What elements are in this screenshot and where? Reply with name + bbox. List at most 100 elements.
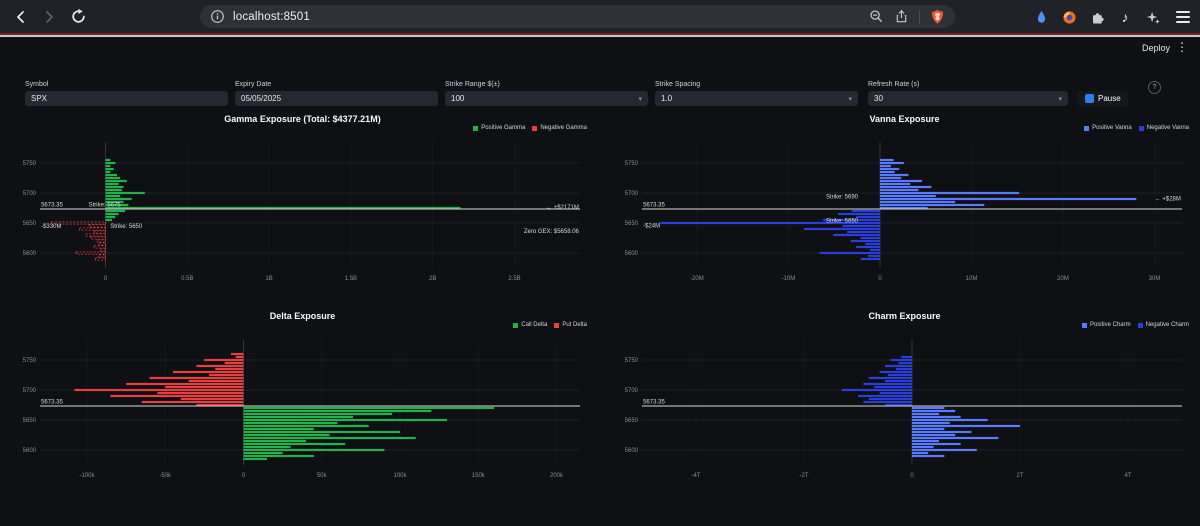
svg-text:100k: 100k <box>393 473 407 479</box>
field-label: Refresh Rate (s) <box>868 81 920 88</box>
chart-plot[interactable]: 5750 5700 5650 5600 -20M -10M 0 10M 20M 30M Strike… <box>612 134 1192 299</box>
app-menu-icon[interactable]: ⋮ <box>1176 40 1188 54</box>
field-label: Expiry Date <box>235 81 272 88</box>
brave-shield-icon[interactable] <box>930 9 945 25</box>
svg-text:5650: 5650 <box>23 221 37 227</box>
svg-text:Strike: 5650: Strike: 5650 <box>826 219 859 225</box>
legend-item[interactable]: Positive Vanna <box>1084 125 1132 131</box>
pause-label: Pause <box>1098 94 1121 103</box>
legend-swatch <box>554 322 560 328</box>
legend-swatch <box>1137 322 1143 328</box>
reload-button[interactable] <box>66 4 91 29</box>
svg-text:5650: 5650 <box>625 418 639 424</box>
chart-plot[interactable]: 5750 5700 5650 5600 -100k -50k 0 50k 100k 150k 200… <box>10 331 590 496</box>
browser-toolbar: localhost:8501 ♪ <box>0 0 1200 33</box>
chart-legend: Positive Vanna Negative Vanna <box>1084 125 1189 131</box>
svg-text:5600: 5600 <box>625 251 639 257</box>
share-icon[interactable] <box>894 9 909 24</box>
zoom-out-icon[interactable] <box>869 9 884 24</box>
strike-range-select[interactable]: 100 ▾ <box>445 91 648 106</box>
svg-text:5650: 5650 <box>625 221 639 227</box>
svg-text:-$330M: -$330M <box>41 224 61 230</box>
svg-text:5600: 5600 <box>23 251 37 257</box>
chart-legend: Positive Gamma Negative Gamma <box>473 125 587 131</box>
svg-text:← +$28M: ← +$28M <box>1155 196 1181 202</box>
chevron-down-icon: ▾ <box>638 95 642 103</box>
svg-text:1.5B: 1.5B <box>345 276 357 282</box>
forward-button[interactable] <box>36 4 61 29</box>
site-info-icon[interactable] <box>210 9 225 24</box>
svg-text:-$24M: -$24M <box>643 223 660 229</box>
field-label: Strike Range $(±) <box>445 81 500 88</box>
chart-legend: Call Delta Put Delta <box>513 322 587 328</box>
gamma-exposure-chart: Gamma Exposure (Total: $4377.21M) Positi… <box>10 112 595 307</box>
legend-swatch <box>1084 125 1090 131</box>
chevron-down-icon: ▾ <box>1058 95 1062 103</box>
extension-icon-orange[interactable] <box>1058 6 1080 28</box>
chart-title: Vanna Exposure <box>869 114 940 124</box>
svg-text:1B: 1B <box>265 276 272 282</box>
svg-text:2.5B: 2.5B <box>508 276 520 282</box>
expiry-date-input[interactable]: 05/05/2025 <box>235 91 438 106</box>
svg-text:-20M: -20M <box>690 276 704 282</box>
extension-icon-blue[interactable] <box>1030 6 1052 28</box>
streamlit-app: Deploy ⋮ Symbol SPX Expiry Date 05/05/20… <box>0 37 1200 526</box>
help-icon[interactable]: ? <box>1148 81 1161 94</box>
legend-item[interactable]: Positive Gamma <box>473 125 525 131</box>
svg-text:-50k: -50k <box>159 473 172 479</box>
chevron-down-icon: ▾ <box>848 95 852 103</box>
svg-text:0: 0 <box>910 473 914 479</box>
legend-item[interactable]: Positive Charm <box>1081 322 1131 328</box>
address-bar[interactable]: localhost:8501 <box>200 5 955 28</box>
charm-exposure-chart: Charm Exposure Positive Charm Negative Ch… <box>612 309 1197 504</box>
svg-text:10M: 10M <box>966 276 978 282</box>
chart-plot[interactable]: 5750 5700 5650 5600 -4T -2T 0 2T 4T 5673.35 <box>612 331 1192 496</box>
legend-item[interactable]: Negative Charm <box>1137 322 1189 328</box>
svg-text:5700: 5700 <box>23 388 37 394</box>
back-button[interactable] <box>8 4 33 29</box>
legend-swatch <box>532 125 538 131</box>
svg-text:5673.35: 5673.35 <box>643 399 665 405</box>
svg-text:5600: 5600 <box>625 448 639 454</box>
svg-text:5600: 5600 <box>23 448 37 454</box>
refresh-rate-select[interactable]: 30 ▾ <box>868 91 1068 106</box>
extensions-puzzle-icon[interactable] <box>1086 6 1108 28</box>
chart-title: Delta Exposure <box>269 311 336 321</box>
url-text[interactable]: localhost:8501 <box>233 11 310 23</box>
svg-text:5673.35: 5673.35 <box>643 202 665 208</box>
svg-text:5700: 5700 <box>625 191 639 197</box>
field-label: Symbol <box>25 81 49 88</box>
symbol-input[interactable]: SPX <box>25 91 228 106</box>
svg-text:-100k: -100k <box>79 473 95 479</box>
svg-text:5650: 5650 <box>23 418 37 424</box>
svg-text:4T: 4T <box>1124 473 1131 479</box>
svg-text:5750: 5750 <box>625 358 639 364</box>
legend-item[interactable]: Negative Gamma <box>532 125 587 131</box>
svg-text:Zero GEX: $5658.06: Zero GEX: $5658.06 <box>524 229 580 235</box>
chart-plot[interactable]: 5750 5700 5650 5600 0 0.5B 1B 1.5B 2B 2.5B 5673.35… <box>10 134 590 299</box>
chart-legend: Positive Charm Negative Charm <box>1081 322 1189 328</box>
svg-text:30M: 30M <box>1149 276 1161 282</box>
music-note-icon[interactable]: ♪ <box>1114 6 1136 28</box>
legend-item[interactable]: Call Delta <box>513 322 547 328</box>
svg-text:2B: 2B <box>429 276 436 282</box>
delta-exposure-chart: Delta Exposure Call Delta Put Delta 5750 5… <box>10 309 595 504</box>
legend-item[interactable]: Negative Vanna <box>1138 125 1189 131</box>
legend-item[interactable]: Put Delta <box>554 322 587 328</box>
vanna-exposure-chart: Vanna Exposure Positive Vanna Negative Va… <box>612 112 1197 307</box>
svg-text:5673.35: 5673.35 <box>41 202 63 208</box>
svg-text:5700: 5700 <box>23 191 37 197</box>
svg-text:Strike: 5675: Strike: 5675 <box>89 202 122 208</box>
svg-text:5750: 5750 <box>23 161 37 167</box>
svg-text:0: 0 <box>104 276 108 282</box>
menu-hamburger-icon[interactable] <box>1172 6 1194 28</box>
chart-title: Gamma Exposure (Total: $4377.21M) <box>224 114 381 124</box>
svg-text:5750: 5750 <box>23 358 37 364</box>
checkbox-checked-icon <box>1085 94 1094 103</box>
pause-checkbox[interactable]: Pause <box>1078 91 1128 106</box>
ai-sparkle-icon[interactable] <box>1142 6 1164 28</box>
strike-spacing-select[interactable]: 1.0 ▾ <box>655 91 858 106</box>
svg-text:← +$2171M: ← +$2171M <box>546 205 579 211</box>
deploy-button[interactable]: Deploy <box>1142 43 1170 53</box>
svg-text:-2T: -2T <box>800 473 809 479</box>
